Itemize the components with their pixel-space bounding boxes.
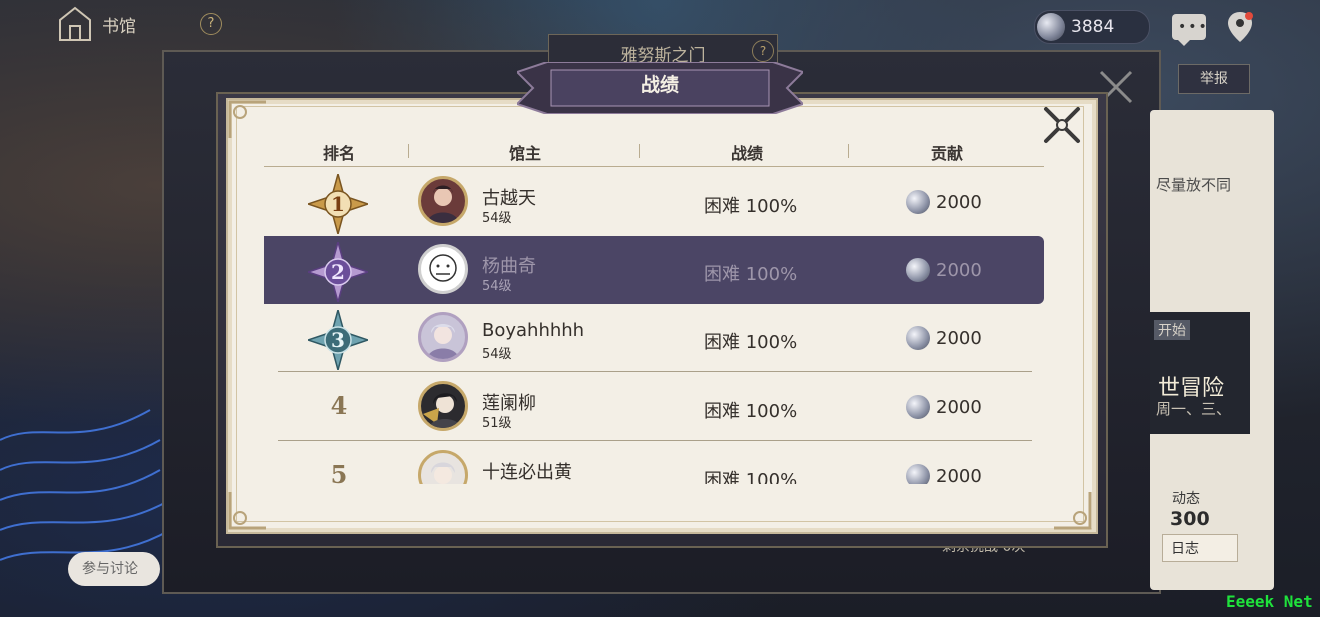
record-value: 困难 100% <box>704 332 798 353</box>
table-row[interactable]: 4 莲阑柳 51级 困难 100% 2000 <box>264 373 1046 441</box>
map-pin-icon[interactable] <box>1226 10 1254 44</box>
player-level: 54级 <box>482 211 512 226</box>
player-level: 54级 <box>482 347 512 362</box>
watermark: Eeeek Net <box>1226 592 1313 611</box>
column-header-contribution: 贡献 <box>930 144 963 163</box>
event-banner-tag: 开始 <box>1154 320 1190 340</box>
discuss-button[interactable]: 参与讨论 <box>68 552 160 586</box>
avatar[interactable] <box>418 312 468 362</box>
report-button[interactable]: 举报 <box>1178 64 1250 94</box>
log-button[interactable]: 日志 <box>1162 534 1238 562</box>
rank-number: 4 <box>330 391 348 420</box>
rank-gold-badge-icon: 1 <box>308 174 368 234</box>
corner-ornament-icon <box>1054 492 1092 530</box>
column-header-record: 战绩 <box>730 144 763 163</box>
currency-amount: 3884 <box>1071 17 1115 37</box>
corner-ornament-icon <box>228 492 266 530</box>
row-divider <box>278 440 1032 441</box>
close-icon[interactable] <box>1040 103 1084 147</box>
column-divider <box>639 144 640 158</box>
record-value: 困难 100% <box>704 264 798 285</box>
player-level: 54级 <box>482 279 512 294</box>
right-card-text: 尽量放不同 <box>1156 176 1232 194</box>
rank-silver-badge-icon: 2 <box>308 242 368 302</box>
record-value: 困难 100% <box>704 470 798 484</box>
location-title: 书馆 <box>102 17 136 37</box>
activity-value: 300 <box>1170 508 1210 530</box>
table-row-selected[interactable]: 2 杨曲奇 54级 困难 100% 2000 <box>264 236 1044 304</box>
coin-icon <box>906 190 930 214</box>
player-level: 51级 <box>482 416 512 431</box>
record-value: 困难 100% <box>704 401 798 422</box>
coin-icon <box>906 395 930 419</box>
contribution-value: 2000 <box>936 192 982 213</box>
chat-icon[interactable]: ••• <box>1172 14 1207 46</box>
rank-number: 1 <box>331 192 345 216</box>
coin-icon <box>1037 13 1065 41</box>
player-name: 十连必出黄 <box>482 462 572 483</box>
rank-bronze-badge-icon: 3 <box>308 310 368 370</box>
avatar[interactable] <box>418 176 468 226</box>
contribution-value: 2000 <box>936 466 982 484</box>
contribution-value: 2000 <box>936 397 982 418</box>
table-header: 排名 馆主 战绩 贡献 <box>264 134 1044 167</box>
column-header-rank: 排名 <box>322 144 355 163</box>
event-banner[interactable]: 开始 世冒险 周一、三、 <box>1150 312 1250 434</box>
activity-label: 动态 <box>1172 491 1200 507</box>
row-divider <box>278 371 1032 372</box>
column-header-owner: 馆主 <box>508 144 541 163</box>
modal-title: 战绩 <box>640 74 679 96</box>
column-divider <box>848 144 849 158</box>
coin-icon <box>906 258 930 282</box>
coin-icon <box>906 326 930 350</box>
rank-number: 2 <box>331 260 345 284</box>
underlying-help-icon[interactable]: ? <box>752 40 774 62</box>
event-banner-schedule: 周一、三、 <box>1156 400 1232 418</box>
currency-display[interactable]: 3884 <box>1034 10 1150 44</box>
rank-number: 5 <box>330 460 348 484</box>
rank-number: 3 <box>331 328 345 352</box>
record-value: 困难 100% <box>704 196 798 217</box>
table-row[interactable]: 1 古越天 54级 困难 100% 2000 <box>264 168 1046 236</box>
avatar[interactable] <box>418 450 468 484</box>
avatar[interactable] <box>418 244 468 294</box>
contribution-value: 2000 <box>936 328 982 349</box>
contribution-value: 2000 <box>936 260 982 281</box>
avatar[interactable] <box>418 381 468 431</box>
player-name: Boyahhhhh <box>482 320 585 341</box>
records-list[interactable]: 1 古越天 54级 困难 100% 2000 2 杨曲奇 54级 困难 100%… <box>264 168 1046 484</box>
table-row[interactable]: 3 Boyahhhhh 54级 困难 100% 2000 <box>264 304 1046 372</box>
corner-ornament-icon <box>228 100 266 138</box>
table-row[interactable]: 5 十连必出黄 困难 100% 2000 <box>264 442 1046 484</box>
home-icon[interactable] <box>58 6 92 42</box>
coin-icon <box>906 464 930 484</box>
column-divider <box>408 144 409 158</box>
help-icon[interactable]: ? <box>200 13 222 35</box>
